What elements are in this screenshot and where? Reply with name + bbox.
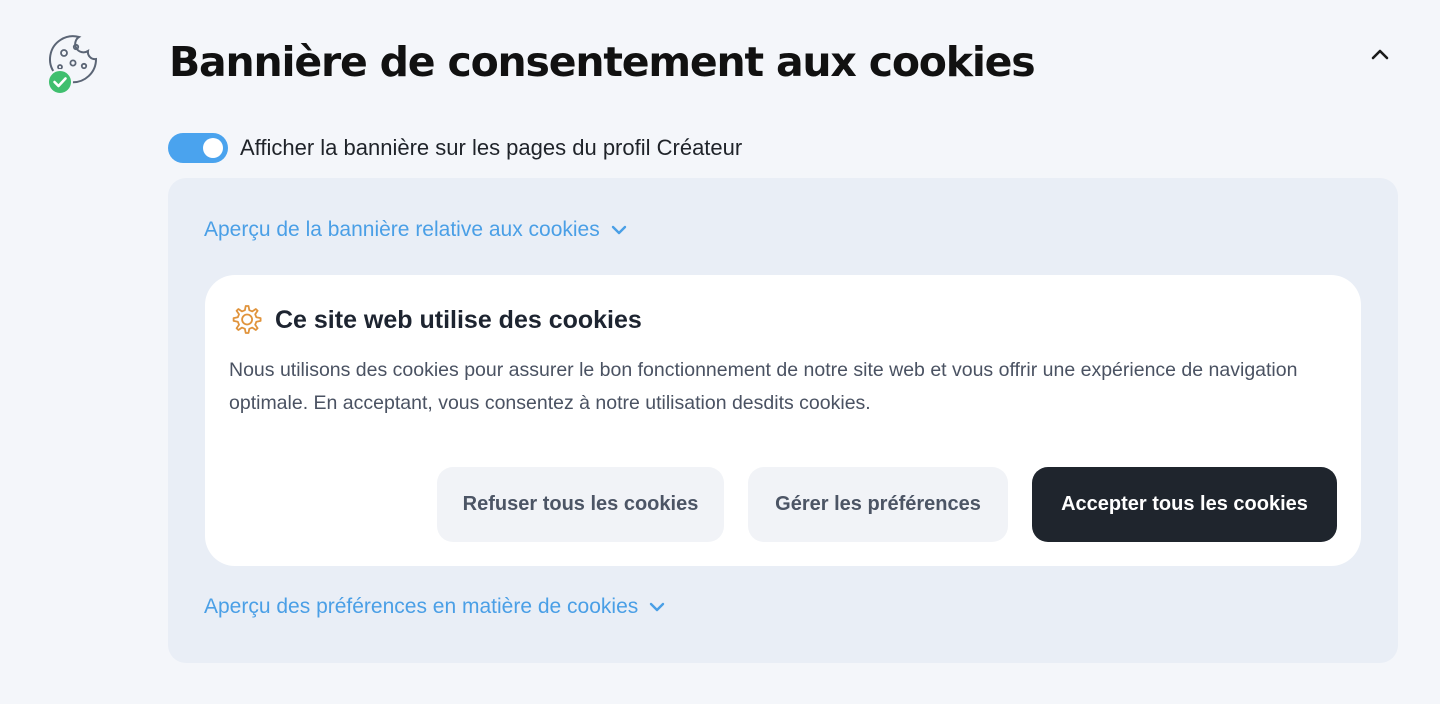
page-title: Bannière de consentement aux cookies — [169, 38, 1036, 86]
toggle-knob — [203, 138, 223, 158]
chevron-down-icon — [611, 225, 626, 235]
banner-preview-toggle[interactable]: Aperçu de la bannière relative aux cooki… — [204, 218, 628, 242]
manage-preferences-button[interactable]: Gérer les préférences — [748, 467, 1008, 542]
cookie-check-icon — [46, 33, 100, 95]
banner-header: Ce site web utilise des cookies — [229, 303, 642, 337]
banner-visibility-toggle[interactable] — [168, 133, 228, 163]
accept-all-button[interactable]: Accepter tous les cookies — [1032, 467, 1337, 542]
refuse-all-button[interactable]: Refuser tous les cookies — [437, 467, 724, 542]
toggle-label: Afficher la bannière sur les pages du pr… — [240, 135, 743, 160]
gear-icon — [232, 305, 262, 334]
banner-preview-label: Aperçu de la bannière relative aux cooki… — [204, 218, 600, 241]
chevron-down-icon — [650, 602, 665, 612]
cookie-banner-card: Ce site web utilise des cookies Nous uti… — [205, 275, 1361, 566]
collapse-button[interactable] — [1366, 40, 1394, 68]
banner-visibility-row: Afficher la bannière sur les pages du pr… — [168, 133, 742, 163]
chevron-up-icon — [1371, 49, 1389, 60]
preferences-preview-toggle[interactable]: Aperçu des préférences en matière de coo… — [204, 595, 666, 619]
banner-title: Ce site web utilise des cookies — [275, 305, 642, 334]
preview-panel: Aperçu de la bannière relative aux cooki… — [168, 178, 1398, 663]
preferences-preview-label: Aperçu des préférences en matière de coo… — [204, 595, 639, 618]
banner-description: Nous utilisons des cookies pour assurer … — [229, 359, 1298, 414]
